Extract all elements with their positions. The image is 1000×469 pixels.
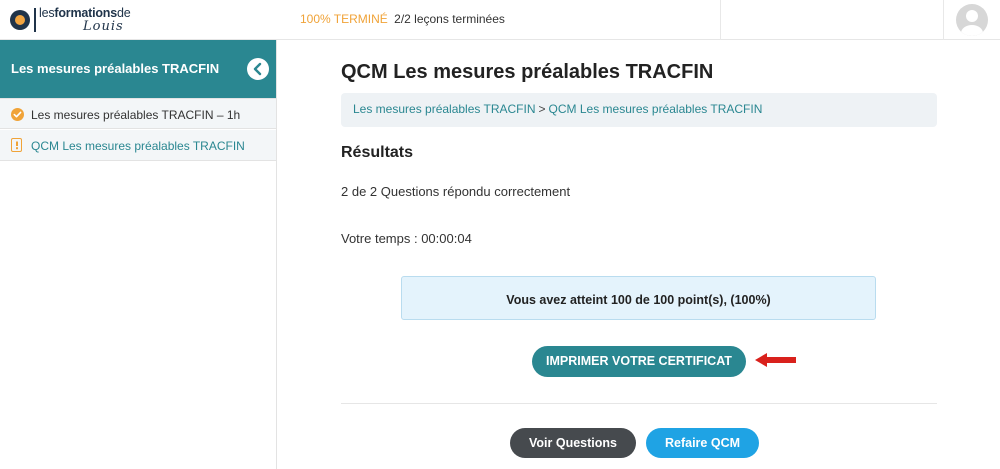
- sidebar-header: Les mesures préalables TRACFIN: [0, 40, 276, 98]
- course-progress: 100% TERMINÉ 2/2 leçons terminées: [300, 12, 505, 26]
- user-avatar-icon[interactable]: [956, 4, 988, 36]
- score-text: Vous avez atteint 100 de 100 point(s), (…: [506, 293, 771, 307]
- logo-script: Louis: [83, 19, 124, 34]
- chevron-left-icon: [253, 62, 262, 76]
- logo-wordmark: lesformationsde: [39, 6, 131, 20]
- results-heading: Résultats: [341, 144, 414, 161]
- breadcrumb-link-quiz[interactable]: QCM Les mesures préalables TRACFIN: [549, 102, 763, 116]
- collapse-sidebar-button[interactable]: [247, 58, 269, 80]
- logo-mark-icon: [10, 10, 30, 30]
- header-divider: [943, 0, 944, 40]
- print-certificate-button[interactable]: IMPRIMER VOTRE CERTIFICAT: [532, 346, 746, 377]
- top-header: lesformationsde Louis 100% TERMINÉ 2/2 l…: [0, 0, 1000, 40]
- retry-quiz-button[interactable]: Refaire QCM: [646, 428, 759, 458]
- logo-divider: [34, 8, 36, 32]
- course-sidebar: Les mesures préalables TRACFIN Les mesur…: [0, 40, 277, 469]
- section-divider: [341, 403, 937, 404]
- progress-percent: 100% TERMINÉ: [300, 12, 388, 26]
- answered-count: 2 de 2 Questions répondu correctement: [341, 184, 571, 199]
- sidebar-item-quiz[interactable]: QCM Les mesures préalables TRACFIN: [0, 130, 276, 161]
- breadcrumb-separator: >: [538, 102, 546, 116]
- page-title: QCM Les mesures préalables TRACFIN: [341, 61, 714, 83]
- breadcrumb: Les mesures préalables TRACFIN > QCM Les m…: [341, 93, 937, 127]
- sidebar-item-lesson[interactable]: Les mesures préalables TRACFIN – 1h: [0, 98, 276, 129]
- score-box: Vous avez atteint 100 de 100 point(s), (…: [401, 276, 876, 320]
- view-questions-button[interactable]: Voir Questions: [510, 428, 636, 458]
- sidebar-title: Les mesures préalables TRACFIN: [11, 61, 220, 76]
- sidebar-item-label: QCM Les mesures préalables TRACFIN: [31, 139, 245, 153]
- header-divider: [720, 0, 721, 40]
- progress-count: 2/2 leçons terminées: [394, 12, 505, 26]
- site-logo[interactable]: lesformationsde Louis: [8, 5, 148, 35]
- check-circle-icon: [11, 108, 24, 121]
- quiz-time: Votre temps : 00:00:04: [341, 231, 472, 246]
- breadcrumb-link-course[interactable]: Les mesures préalables TRACFIN: [353, 102, 536, 116]
- red-arrow-icon: [755, 353, 796, 367]
- quiz-icon: [11, 138, 22, 152]
- sidebar-item-label: Les mesures préalables TRACFIN – 1h: [31, 108, 241, 122]
